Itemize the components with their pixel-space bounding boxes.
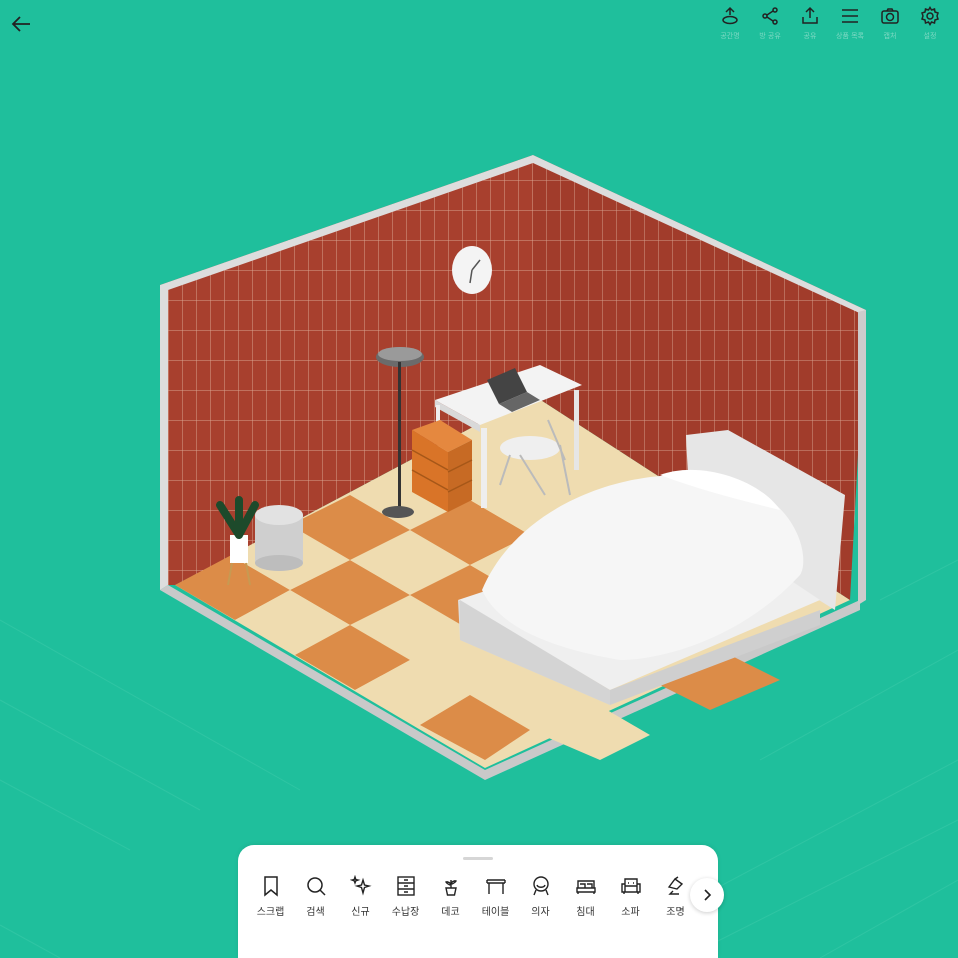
next-categories-button[interactable] [690,878,724,912]
category-label: 테이블 [481,907,510,918]
category-table[interactable]: 테이블 [473,875,518,918]
pouf[interactable] [255,505,303,571]
tool-share[interactable]: 공유 [790,6,830,41]
drag-handle[interactable] [463,857,493,860]
tool-label: 상품 목록 [836,32,864,40]
tool-space-name[interactable]: 공간명 [710,6,750,41]
wall-clock[interactable] [452,246,492,294]
category-list: 스크랩 검색 신규 수납장 데코 테이블 의자 침대 소파 조명 [248,875,698,918]
room-3d-view[interactable] [0,0,958,958]
lamp-icon [667,876,683,895]
tool-label: 설정 [923,32,937,40]
gear-icon [921,6,939,26]
search-icon [306,877,326,896]
category-label: 데코 [441,907,460,918]
tool-label: 방 공유 [759,32,781,40]
drawer-icon [396,876,415,896]
category-search[interactable]: 검색 [293,875,338,918]
tool-label: 공유 [803,32,817,40]
pin-icon [722,6,738,25]
plant-icon [444,880,457,896]
tool-room-share[interactable]: 방 공유 [750,6,790,41]
category-label: 침대 [576,907,595,918]
bed-icon [575,880,596,894]
category-label: 수납장 [391,907,420,918]
category-new[interactable]: 신규 [338,875,383,918]
chevron-right-icon [704,889,712,901]
tool-settings[interactable]: 설정 [910,6,950,41]
category-label: 조명 [666,907,685,918]
camera-icon [881,8,899,24]
category-label: 신규 [351,907,370,918]
category-label: 검색 [306,907,325,918]
share-nodes-icon [762,7,778,25]
category-scrap[interactable]: 스크랩 [248,875,293,918]
category-sofa[interactable]: 소파 [608,875,653,918]
category-label: 의자 [531,907,550,918]
sparkle-icon [349,875,372,896]
tool-capture[interactable]: 캡처 [870,6,910,41]
tool-label: 캡처 [883,32,897,40]
arrow-left-icon [11,16,30,32]
back-button[interactable] [8,10,36,38]
category-panel: 스크랩 검색 신규 수납장 데코 테이블 의자 침대 소파 조명 [238,845,724,958]
top-toolbar: 공간명 방 공유 공유 상품 목록 캡처 설정 [710,6,950,41]
category-bed[interactable]: 침대 [563,875,608,918]
category-label: 스크랩 [256,907,285,918]
chair-icon [532,876,549,896]
tool-label: 공간명 [720,32,740,40]
upload-icon [802,6,818,24]
sofa-icon [620,878,641,894]
table-icon [485,879,506,894]
list-icon [842,9,858,23]
category-label: 소파 [621,907,640,918]
bookmark-icon [263,876,278,897]
category-deco[interactable]: 데코 [428,875,473,918]
tool-product-list[interactable]: 상품 목록 [830,6,870,41]
category-chair[interactable]: 의자 [518,875,563,918]
category-storage[interactable]: 수납장 [383,875,428,918]
